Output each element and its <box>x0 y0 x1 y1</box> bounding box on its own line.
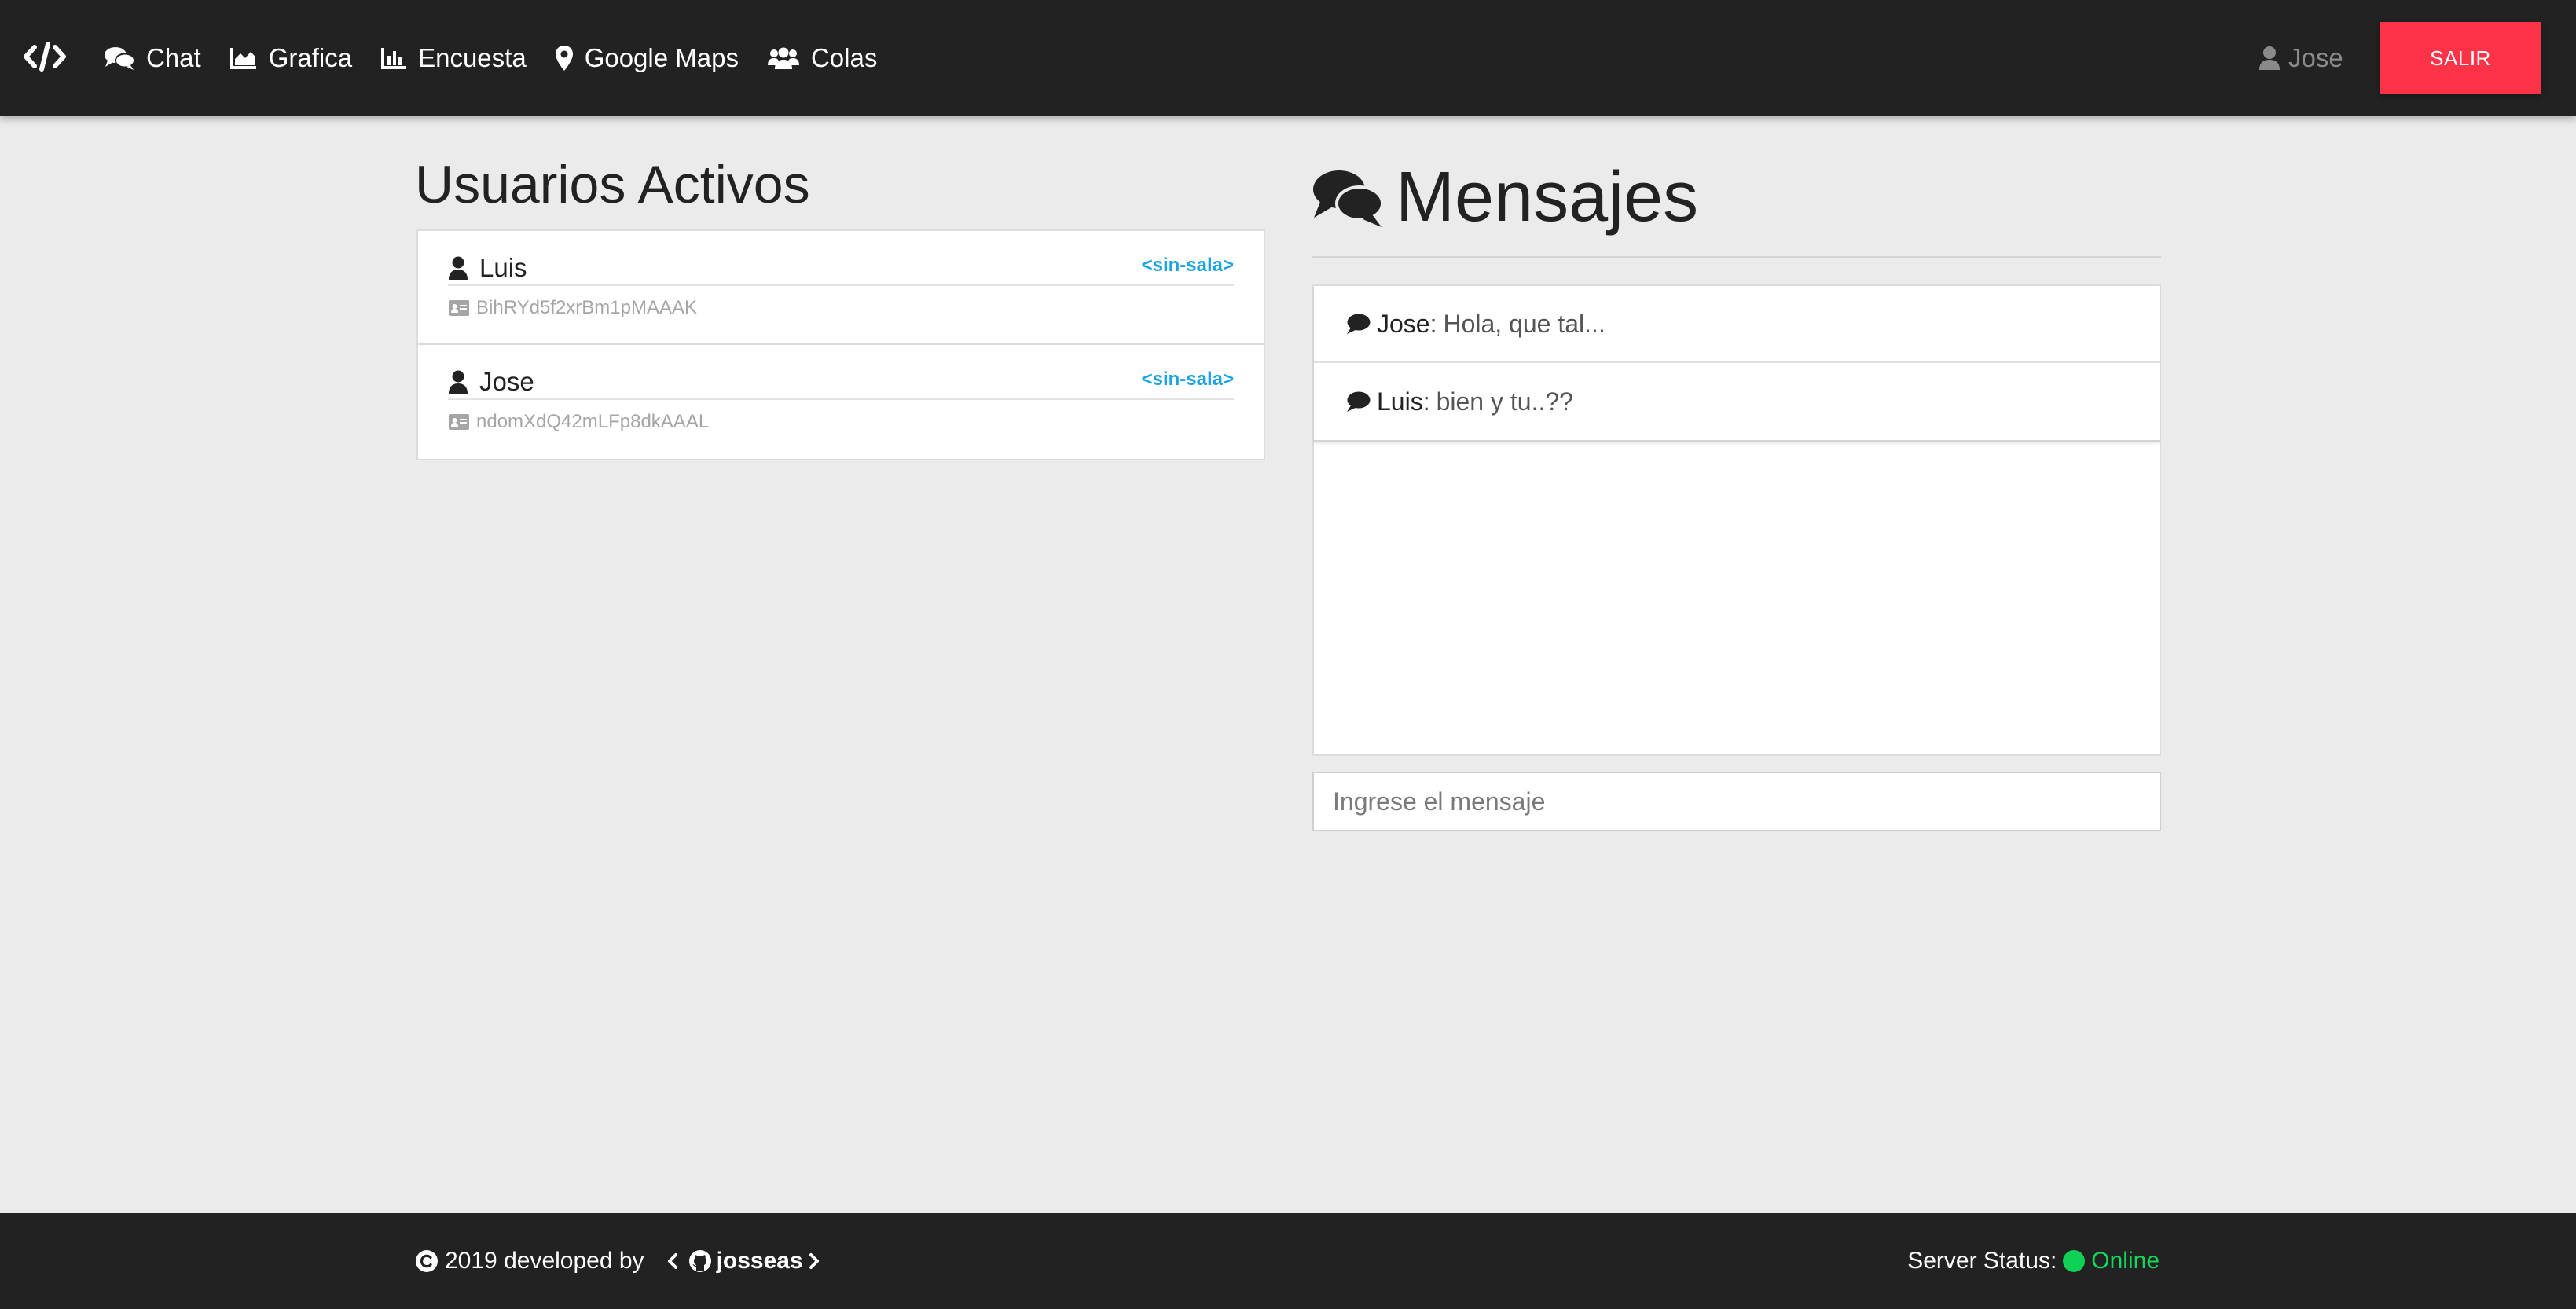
nav-item-chat[interactable]: Chat <box>104 43 201 73</box>
message-item: Jose: Hola, que tal... <box>1314 286 2160 363</box>
nav-item-grafica[interactable]: Grafica <box>229 43 352 73</box>
message-item: Luis: bien y tu..?? <box>1314 363 2160 440</box>
user-list-item[interactable]: Jose <sin-sala> ndomXdQ42mLFp8dkAAAL <box>418 345 1264 459</box>
status-dot-icon <box>2063 1250 2086 1272</box>
comment-icon <box>1347 314 1371 334</box>
user-name: Jose <box>479 367 534 396</box>
message-separator: : <box>1429 309 1437 338</box>
nav-links: Chat Grafica Encuesta Google Maps Colas <box>104 0 905 116</box>
nav-label-google-maps: Google Maps <box>584 43 739 72</box>
message-text: bien y tu..?? <box>1436 387 1573 416</box>
message-list: Jose: Hola, que tal... Luis: bien y tu..… <box>1314 286 2160 442</box>
user-id-row: BihRYd5f2xrBm1pMAAAK <box>448 297 697 319</box>
user-icon <box>449 256 468 280</box>
message-author: Jose <box>1377 309 1430 338</box>
comments-icon <box>1313 170 1384 227</box>
current-user-name: Jose <box>2288 43 2343 72</box>
users-icon <box>767 47 799 69</box>
nav-item-encuesta[interactable]: Encuesta <box>380 43 527 73</box>
server-status: Server Status: Online <box>1907 1213 2160 1309</box>
github-icon <box>688 1250 711 1272</box>
bar-chart-icon <box>381 48 407 69</box>
server-status-value: Online <box>2091 1248 2160 1274</box>
area-chart-icon <box>229 48 256 69</box>
messages-box: Jose: Hola, que tal... Luis: bien y tu..… <box>1312 284 2161 756</box>
user-name: Luis <box>479 253 527 282</box>
user-list-item[interactable]: Luis <sin-sala> BihRYd5f2xrBm1pMAAAK <box>418 231 1264 345</box>
nav-item-google-maps[interactable]: Google Maps <box>555 43 739 73</box>
chevron-right-icon <box>809 1253 819 1269</box>
message-author: Luis <box>1377 387 1423 416</box>
message-text: Hola, que tal... <box>1443 309 1605 338</box>
footer-credits: 2019 developed by josseas <box>415 1213 825 1309</box>
id-card-icon <box>449 414 469 430</box>
messages-header: Mensajes <box>1311 157 1698 238</box>
footer: 2019 developed by josseas Server Status:… <box>0 1213 2576 1309</box>
author-github-link[interactable]: josseas <box>662 1248 825 1274</box>
current-user: Jose <box>2259 0 2343 116</box>
copyright-text: 2019 developed by <box>445 1248 644 1274</box>
message-input[interactable] <box>1312 772 2161 831</box>
map-marker-icon <box>555 46 573 71</box>
comment-icon <box>1347 391 1371 412</box>
id-card-icon <box>449 300 469 316</box>
user-room-badge[interactable]: <sin-sala> <box>1142 255 1234 277</box>
user-socket-id: BihRYd5f2xrBm1pMAAAK <box>476 297 698 318</box>
active-users-list: Luis <sin-sala> BihRYd5f2xrBm1pMAAAK Jos… <box>416 229 1265 460</box>
user-room-badge[interactable]: <sin-sala> <box>1142 368 1234 390</box>
nav-label-colas: Colas <box>810 43 878 72</box>
top-navbar: Chat Grafica Encuesta Google Maps Colas … <box>0 0 2576 116</box>
nav-label-grafica: Grafica <box>268 43 353 72</box>
copyright-icon <box>416 1250 438 1272</box>
user-header: Jose <sin-sala> <box>448 365 1234 400</box>
nav-item-colas[interactable]: Colas <box>767 43 877 73</box>
chevron-left-icon <box>667 1253 677 1269</box>
code-icon[interactable] <box>24 41 66 72</box>
author-name: josseas <box>716 1248 803 1274</box>
message-separator: : <box>1422 387 1430 416</box>
user-socket-id: ndomXdQ42mLFp8dkAAAL <box>476 411 710 432</box>
server-status-label: Server Status: <box>1907 1248 2057 1274</box>
nav-label-encuesta: Encuesta <box>418 43 527 72</box>
logout-button[interactable]: SALIR <box>2380 22 2541 94</box>
user-header: Luis <sin-sala> <box>448 251 1234 286</box>
nav-label-chat: Chat <box>146 43 201 72</box>
user-id-row: ndomXdQ42mLFp8dkAAAL <box>448 411 709 433</box>
user-icon <box>2259 46 2280 70</box>
messages-panel-title: Mensajes <box>1396 158 1699 236</box>
users-panel-title: Usuarios Activos <box>415 155 810 214</box>
divider <box>1312 256 2161 258</box>
user-icon <box>449 370 468 394</box>
comments-icon <box>105 47 135 70</box>
